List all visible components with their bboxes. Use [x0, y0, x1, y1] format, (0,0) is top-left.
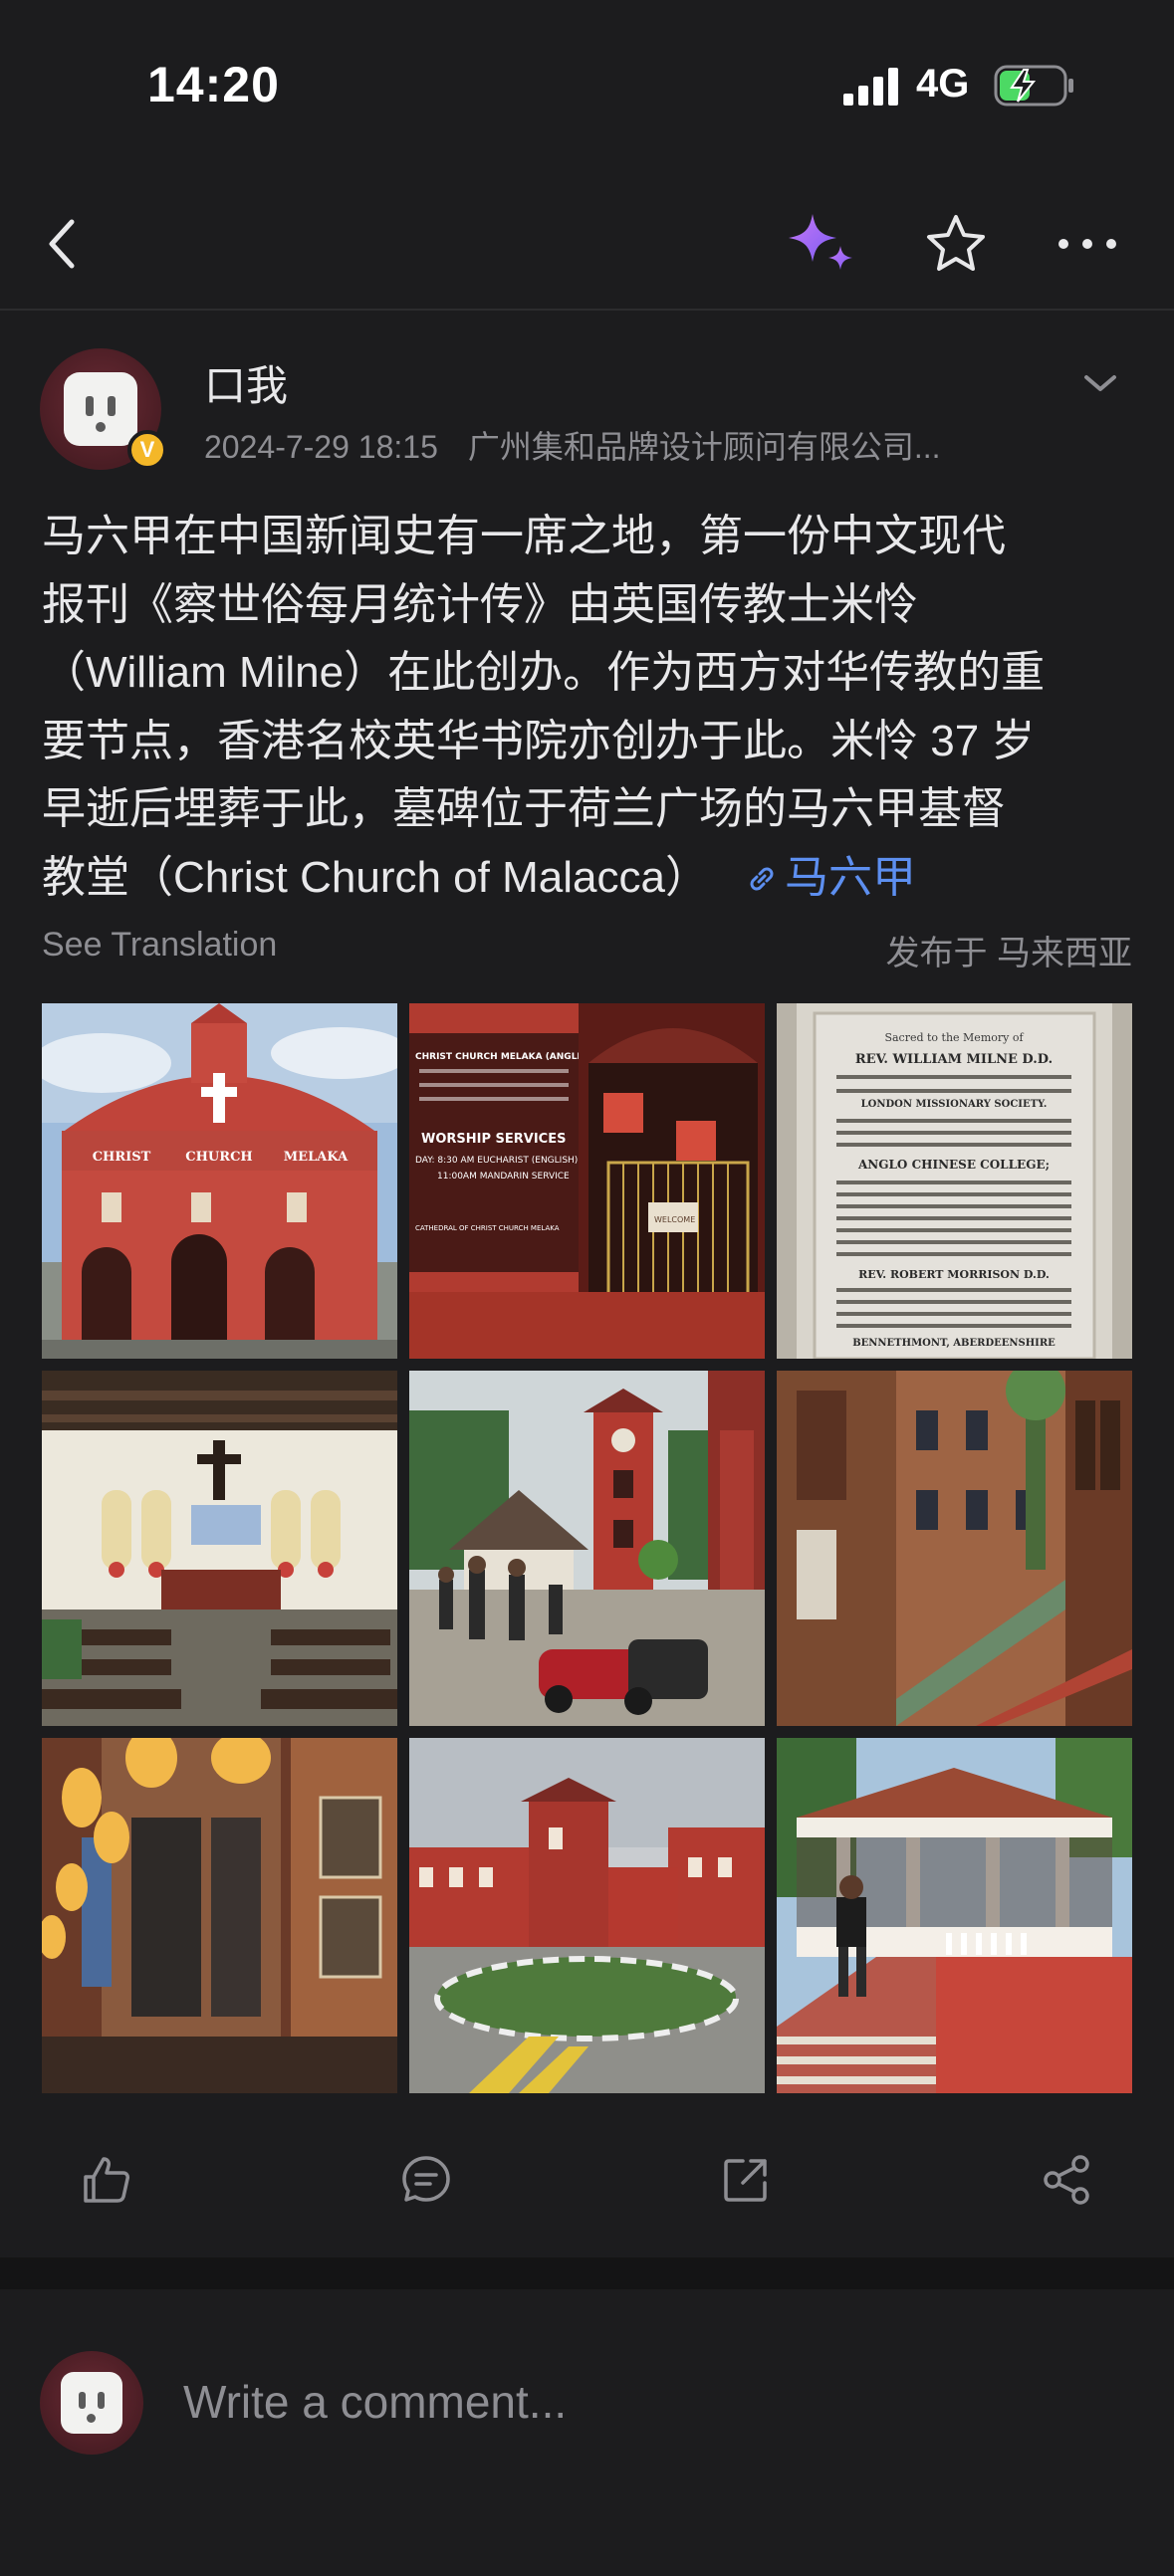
- more-button[interactable]: [1048, 204, 1127, 284]
- comment-button[interactable]: [391, 2145, 461, 2215]
- back-button[interactable]: [30, 204, 94, 284]
- post-header: V 口我 2024-7-29 18:15 广州集和品牌设计顾问有限公司...: [0, 348, 1174, 478]
- church-sign-right: MELAKA: [284, 1150, 349, 1165]
- socket-icon: [64, 372, 137, 446]
- post-text-line: 报刊《察世俗每月统计传》由英国传教士米怜: [42, 579, 918, 629]
- door-sign-line2: DAY: 8:30 AM EUCHARIST (ENGLISH): [415, 1156, 578, 1166]
- network-type: 4G: [916, 62, 970, 106]
- tablet-line2: REV. WILLIAM MILNE D.D.: [855, 1052, 1053, 1067]
- comment-icon: [402, 2156, 450, 2202]
- post-text-line: （William Milne）在此创办。作为西方对华传教的重: [42, 648, 1046, 697]
- verified-badge: V: [127, 430, 167, 470]
- share-out-button[interactable]: [711, 2145, 781, 2215]
- user-avatar: [40, 2351, 143, 2455]
- nav-bar: [0, 174, 1174, 311]
- ai-sparkle-icon: [789, 214, 852, 270]
- ai-summary-button[interactable]: [781, 204, 860, 284]
- tablet-line3: LONDON MISSIONARY SOCIETY.: [861, 1099, 1048, 1110]
- comment-input[interactable]: Write a comment...: [183, 2375, 567, 2429]
- share-out-icon: [724, 2159, 767, 2202]
- socket-icon: [61, 2372, 122, 2434]
- topic-link[interactable]: 马六甲: [745, 853, 916, 902]
- star-icon: [927, 215, 985, 271]
- gate-sign: WELCOME: [654, 1215, 695, 1224]
- church-sign-left: CHRIST: [93, 1150, 151, 1165]
- photo-lanterns[interactable]: [42, 1738, 397, 2093]
- post-text: 马六甲在中国新闻史有一席之地，第一份中文现代 报刊《察世俗每月统计传》由英国传教…: [42, 503, 1137, 912]
- status-bar: 14:20 4G: [0, 0, 1174, 174]
- action-bar: [0, 2135, 1174, 2225]
- door-sign-heading: WORSHIP SERVICES: [421, 1132, 566, 1147]
- author-company: 广州集和品牌设计顾问有限公司...: [467, 429, 941, 465]
- like-icon: [84, 2157, 129, 2203]
- photo-grid: CHRIST CHURCH MELAKA CHRIST CHURCH MELAK…: [42, 1003, 1132, 2093]
- signal-icon: [843, 68, 898, 106]
- like-button[interactable]: [72, 2145, 141, 2215]
- post-text-line-last: 教堂（Christ Church of Malacca） 马六甲: [42, 844, 1137, 913]
- favorite-button[interactable]: [916, 204, 996, 284]
- tablet-line6: BENNETHMONT, ABERDEENSHIRE: [852, 1338, 1056, 1349]
- photo-church-door[interactable]: CHRIST CHURCH MELAKA (ANGLICAN CHURCH) W…: [409, 1003, 765, 1359]
- photo-white-pavilion[interactable]: [777, 1738, 1132, 2093]
- door-sign-line3: 11:00AM MANDARIN SERVICE: [437, 1172, 570, 1181]
- post-text-line: 要节点，香港名校英华书院亦创办于此。米怜 37 岁: [42, 716, 1036, 765]
- posted-location: 发布于 马来西亚: [885, 935, 1132, 972]
- more-icon: [1058, 239, 1116, 249]
- photo-courtyard[interactable]: [777, 1371, 1132, 1726]
- share-button[interactable]: [1032, 2145, 1101, 2215]
- church-sign-middle: CHURCH: [185, 1150, 252, 1165]
- post-meta: 2024-7-29 18:15 广州集和品牌设计顾问有限公司...: [204, 422, 941, 468]
- post-text-line: 马六甲在中国新闻史有一席之地，第一份中文现代: [42, 512, 1006, 560]
- photo-church-interior[interactable]: [42, 1371, 397, 1726]
- see-translation-button[interactable]: See Translation: [42, 926, 277, 965]
- photo-clock-tower[interactable]: [409, 1371, 765, 1726]
- comment-area: Write a comment...: [0, 2257, 1174, 2576]
- photo-memorial-tablet[interactable]: Sacred to the Memory of REV. WILLIAM MIL…: [777, 1003, 1132, 1359]
- door-sign-footer: CATHEDRAL OF CHRIST CHURCH MELAKA: [415, 1224, 560, 1232]
- battery-charging-icon: [994, 65, 1073, 107]
- post-text-line: 早逝后埋葬于此，墓碑位于荷兰广场的马六甲基督: [42, 784, 1006, 833]
- photo-red-square[interactable]: [409, 1738, 765, 2093]
- share-icon: [1044, 2155, 1089, 2205]
- topic-link-label: 马六甲: [784, 852, 916, 902]
- author-name[interactable]: 口我: [204, 352, 288, 413]
- post-text-line: 教堂（Christ Church of Malacca）: [42, 852, 709, 902]
- link-icon: [750, 867, 774, 890]
- tablet-line5: REV. ROBERT MORRISON D.D.: [858, 1268, 1050, 1281]
- tablet-line4: ANGLO CHINESE COLLEGE;: [857, 1158, 1050, 1172]
- tablet-line1: Sacred to the Memory of: [884, 1031, 1024, 1044]
- photo-christ-church[interactable]: CHRIST CHURCH MELAKA: [42, 1003, 397, 1359]
- post-date: 2024-7-29 18:15: [204, 429, 438, 465]
- expand-button[interactable]: [1075, 358, 1125, 408]
- back-icon: [49, 219, 75, 269]
- chevron-down-icon: [1084, 375, 1116, 391]
- status-time: 14:20: [147, 57, 280, 112]
